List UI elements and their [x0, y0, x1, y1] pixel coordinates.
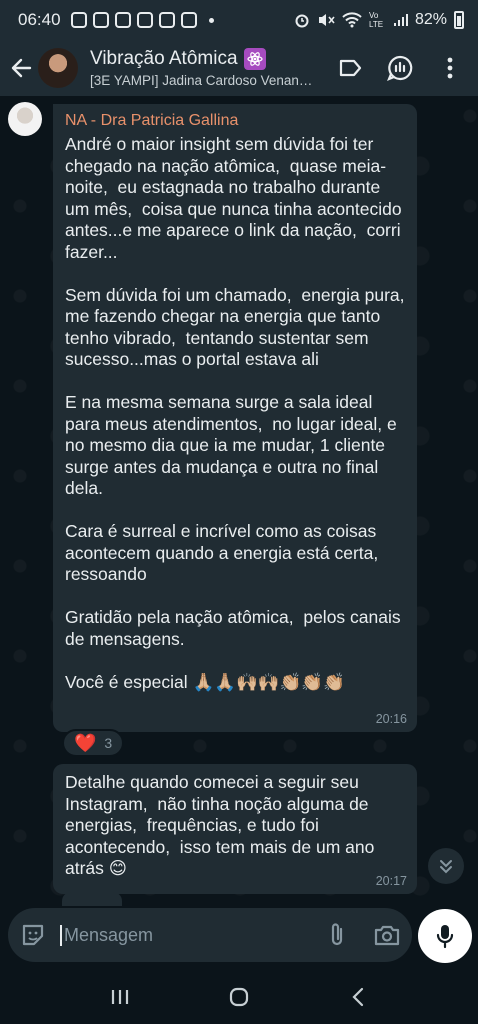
- attach-icon[interactable]: [326, 922, 348, 948]
- label-icon: [339, 59, 362, 77]
- more-notifications-icon: [208, 17, 214, 23]
- atom-badge-icon: [243, 48, 266, 70]
- double-chevron-down-icon: [440, 860, 452, 874]
- message-input[interactable]: Mensagem: [60, 924, 326, 946]
- chat-title-row: Vibração Atômica: [90, 48, 322, 70]
- more-vert-icon: [447, 57, 453, 79]
- alarm-icon: [295, 14, 309, 28]
- message-bubble[interactable]: Detalhe quando comecei a seguir seu Inst…: [53, 764, 417, 894]
- message-text: Detalhe quando comecei a seguir seu Inst…: [65, 772, 380, 878]
- message-bubble[interactable]: NA - Dra Patricia Gallina André o maior …: [53, 104, 417, 732]
- recent-apps-button[interactable]: [105, 982, 135, 1012]
- system-navigation-bar: [0, 970, 478, 1024]
- chat-title: Vibração Atômica: [90, 48, 238, 69]
- reaction-badge-partial[interactable]: [62, 892, 122, 906]
- header-actions: [336, 54, 478, 82]
- label-button[interactable]: [336, 54, 364, 82]
- status-bar: 06:40 Vo LTE 82%: [0, 0, 478, 40]
- sticker-icon[interactable]: [20, 922, 46, 948]
- reaction-badge[interactable]: ❤️ 3: [62, 729, 125, 757]
- back-button[interactable]: [4, 40, 38, 96]
- battery-percentage: 82%: [414, 11, 447, 28]
- instagram-icon: [92, 12, 109, 28]
- status-time: 06:40: [18, 10, 61, 29]
- discord-icon: [70, 12, 87, 28]
- wifi-icon: [342, 12, 362, 28]
- chat-subtitle: [3E YAMPI] Jadina Cardoso Venan…: [90, 73, 313, 88]
- message-time: 20:16: [375, 712, 407, 726]
- chat-header: Vibração Atômica [3E YAMPI] Jadina Cardo…: [0, 40, 478, 96]
- reaction-count: 3: [104, 735, 113, 751]
- network-type: Vo LTE: [368, 11, 384, 29]
- voice-message-button[interactable]: [418, 909, 472, 963]
- back-arrow-icon: [11, 58, 32, 78]
- status-left: 06:40: [18, 10, 214, 30]
- heart-icon: ❤️: [74, 732, 97, 753]
- sender-name[interactable]: NA - Dra Patricia Gallina: [65, 112, 405, 130]
- chevron-left-icon: [352, 987, 364, 1007]
- home-icon: [229, 987, 249, 1007]
- instagram-icon: [180, 12, 197, 28]
- back-nav-button[interactable]: [343, 982, 373, 1012]
- recent-apps-icon: [111, 990, 128, 1004]
- camera-icon[interactable]: [374, 924, 400, 946]
- message-time: 20:17: [375, 874, 407, 888]
- message-text: André o maior insight sem dúvida foi ter…: [65, 134, 405, 692]
- signal-icon: [393, 14, 408, 26]
- status-right: Vo LTE 82%: [294, 11, 464, 29]
- scroll-to-bottom-button[interactable]: [428, 848, 464, 884]
- battery-icon: [454, 11, 464, 29]
- group-avatar[interactable]: [38, 48, 78, 88]
- mic-icon: [436, 925, 454, 949]
- instagram-icon: [114, 12, 131, 28]
- mute-icon: [318, 14, 335, 26]
- chat-area[interactable]: NA - Dra Patricia Gallina André o maior …: [0, 96, 478, 906]
- community-button[interactable]: [386, 54, 414, 82]
- home-button[interactable]: [224, 982, 254, 1012]
- more-options-button[interactable]: [436, 54, 464, 82]
- instagram-icon: [136, 12, 153, 28]
- message-composer: Mensagem: [8, 908, 412, 962]
- instagram-icon: [158, 12, 175, 28]
- sender-avatar[interactable]: [8, 102, 42, 136]
- chat-info[interactable]: Vibração Atômica [3E YAMPI] Jadina Cardo…: [90, 48, 322, 88]
- community-icon: [387, 55, 413, 81]
